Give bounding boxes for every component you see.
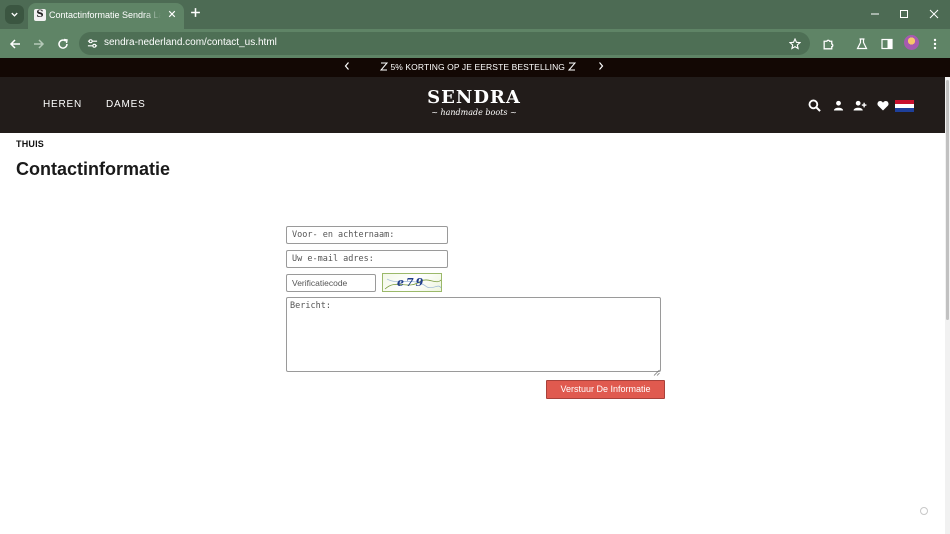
- user-icon: [833, 100, 843, 111]
- chevron-right-icon: [599, 62, 604, 70]
- submit-button[interactable]: Verstuur De Informatie: [546, 380, 665, 399]
- netherlands-flag-icon: [895, 100, 914, 112]
- message-field[interactable]: [286, 297, 661, 372]
- nav-dames[interactable]: DAMES: [106, 99, 146, 110]
- page-title: Contactinformatie: [16, 159, 171, 179]
- site-logo[interactable]: SENDRA ~ handmade boots ~: [424, 88, 524, 124]
- heart-icon: [877, 100, 889, 110]
- kebab-menu-icon: [933, 38, 937, 50]
- site-header: HEREN DAMES SENDRA ~ handmade boots ~: [0, 77, 945, 133]
- name-field[interactable]: [286, 226, 448, 244]
- new-tab-button[interactable]: [187, 6, 203, 22]
- browser-tab-strip: S Contactinformatie Sendra Laarzen: [0, 0, 950, 29]
- star-icon: [788, 37, 801, 50]
- language-selector[interactable]: [895, 99, 914, 112]
- bookmark-button[interactable]: [787, 36, 802, 51]
- email-field[interactable]: [286, 250, 448, 268]
- floating-widget-icon[interactable]: [920, 507, 928, 515]
- verification-code-field[interactable]: [286, 274, 376, 292]
- search-icon: [808, 99, 821, 112]
- register-button[interactable]: [852, 97, 868, 113]
- sparkle-icon: [379, 62, 389, 71]
- side-panel-button[interactable]: [878, 35, 896, 53]
- wishlist-button[interactable]: [875, 97, 891, 113]
- minimize-icon: [871, 13, 879, 15]
- labs-button[interactable]: [853, 35, 871, 53]
- plus-icon: [190, 8, 200, 17]
- promo-prev-button[interactable]: [342, 60, 352, 74]
- logo-wordmark: SENDRA: [427, 87, 521, 108]
- site-favicon-icon: S: [34, 9, 46, 21]
- captcha-image[interactable]: e79: [382, 273, 442, 292]
- sparkle-icon: [567, 62, 576, 71]
- promo-label: 5% KORTING OP JE EERSTE BESTELLING: [390, 62, 566, 72]
- close-icon: [929, 9, 939, 19]
- reload-icon: [58, 38, 68, 49]
- logo-tagline: ~ handmade boots ~: [431, 108, 517, 117]
- browser-menu-button[interactable]: [926, 35, 944, 53]
- maximize-icon: [900, 10, 908, 18]
- minimize-button[interactable]: [864, 4, 886, 24]
- arrow-left-icon: [9, 39, 20, 49]
- breadcrumb[interactable]: THUIS: [16, 139, 44, 149]
- puzzle-icon: [823, 39, 833, 49]
- maximize-button[interactable]: [893, 4, 915, 24]
- browser-tab[interactable]: S Contactinformatie Sendra Laarzen: [28, 3, 184, 29]
- captcha-text: e79: [397, 276, 426, 289]
- close-window-button[interactable]: [923, 4, 945, 24]
- arrow-right-icon: [34, 39, 45, 49]
- add-user-icon: [853, 100, 867, 111]
- chevron-left-icon: [344, 62, 349, 70]
- tab-title: Contactinformatie Sendra Laarzen: [49, 10, 161, 20]
- tune-icon: [87, 38, 97, 48]
- resize-handle[interactable]: [652, 363, 660, 376]
- web-page: 5% KORTING OP JE EERSTE BESTELLING HEREN…: [0, 58, 950, 534]
- promo-next-button[interactable]: [596, 60, 606, 74]
- scrollbar-thumb[interactable]: [946, 80, 949, 320]
- back-button[interactable]: [6, 35, 24, 53]
- side-panel-icon: [881, 38, 893, 50]
- resize-grip-icon: [653, 369, 660, 376]
- reload-button[interactable]: [54, 35, 72, 53]
- search-button[interactable]: [806, 97, 822, 113]
- close-icon: [168, 10, 176, 18]
- avatar-icon[interactable]: [904, 35, 919, 50]
- extensions-button[interactable]: [819, 35, 837, 53]
- site-info-button[interactable]: [85, 36, 99, 50]
- flask-icon: [856, 38, 868, 50]
- account-button[interactable]: [830, 97, 846, 113]
- tab-close-button[interactable]: [165, 8, 179, 22]
- url-text[interactable]: sendra-nederland.com/contact_us.html: [104, 37, 277, 48]
- forward-button[interactable]: [30, 35, 48, 53]
- tab-search-button[interactable]: [5, 5, 24, 24]
- browser-toolbar: sendra-nederland.com/contact_us.html: [0, 29, 950, 58]
- promo-bar: 5% KORTING OP JE EERSTE BESTELLING: [0, 58, 950, 77]
- chevron-down-icon: [11, 12, 18, 17]
- nav-heren[interactable]: HEREN: [43, 99, 82, 110]
- address-bar[interactable]: sendra-nederland.com/contact_us.html: [79, 32, 810, 55]
- promo-text[interactable]: 5% KORTING OP JE EERSTE BESTELLING: [379, 62, 576, 74]
